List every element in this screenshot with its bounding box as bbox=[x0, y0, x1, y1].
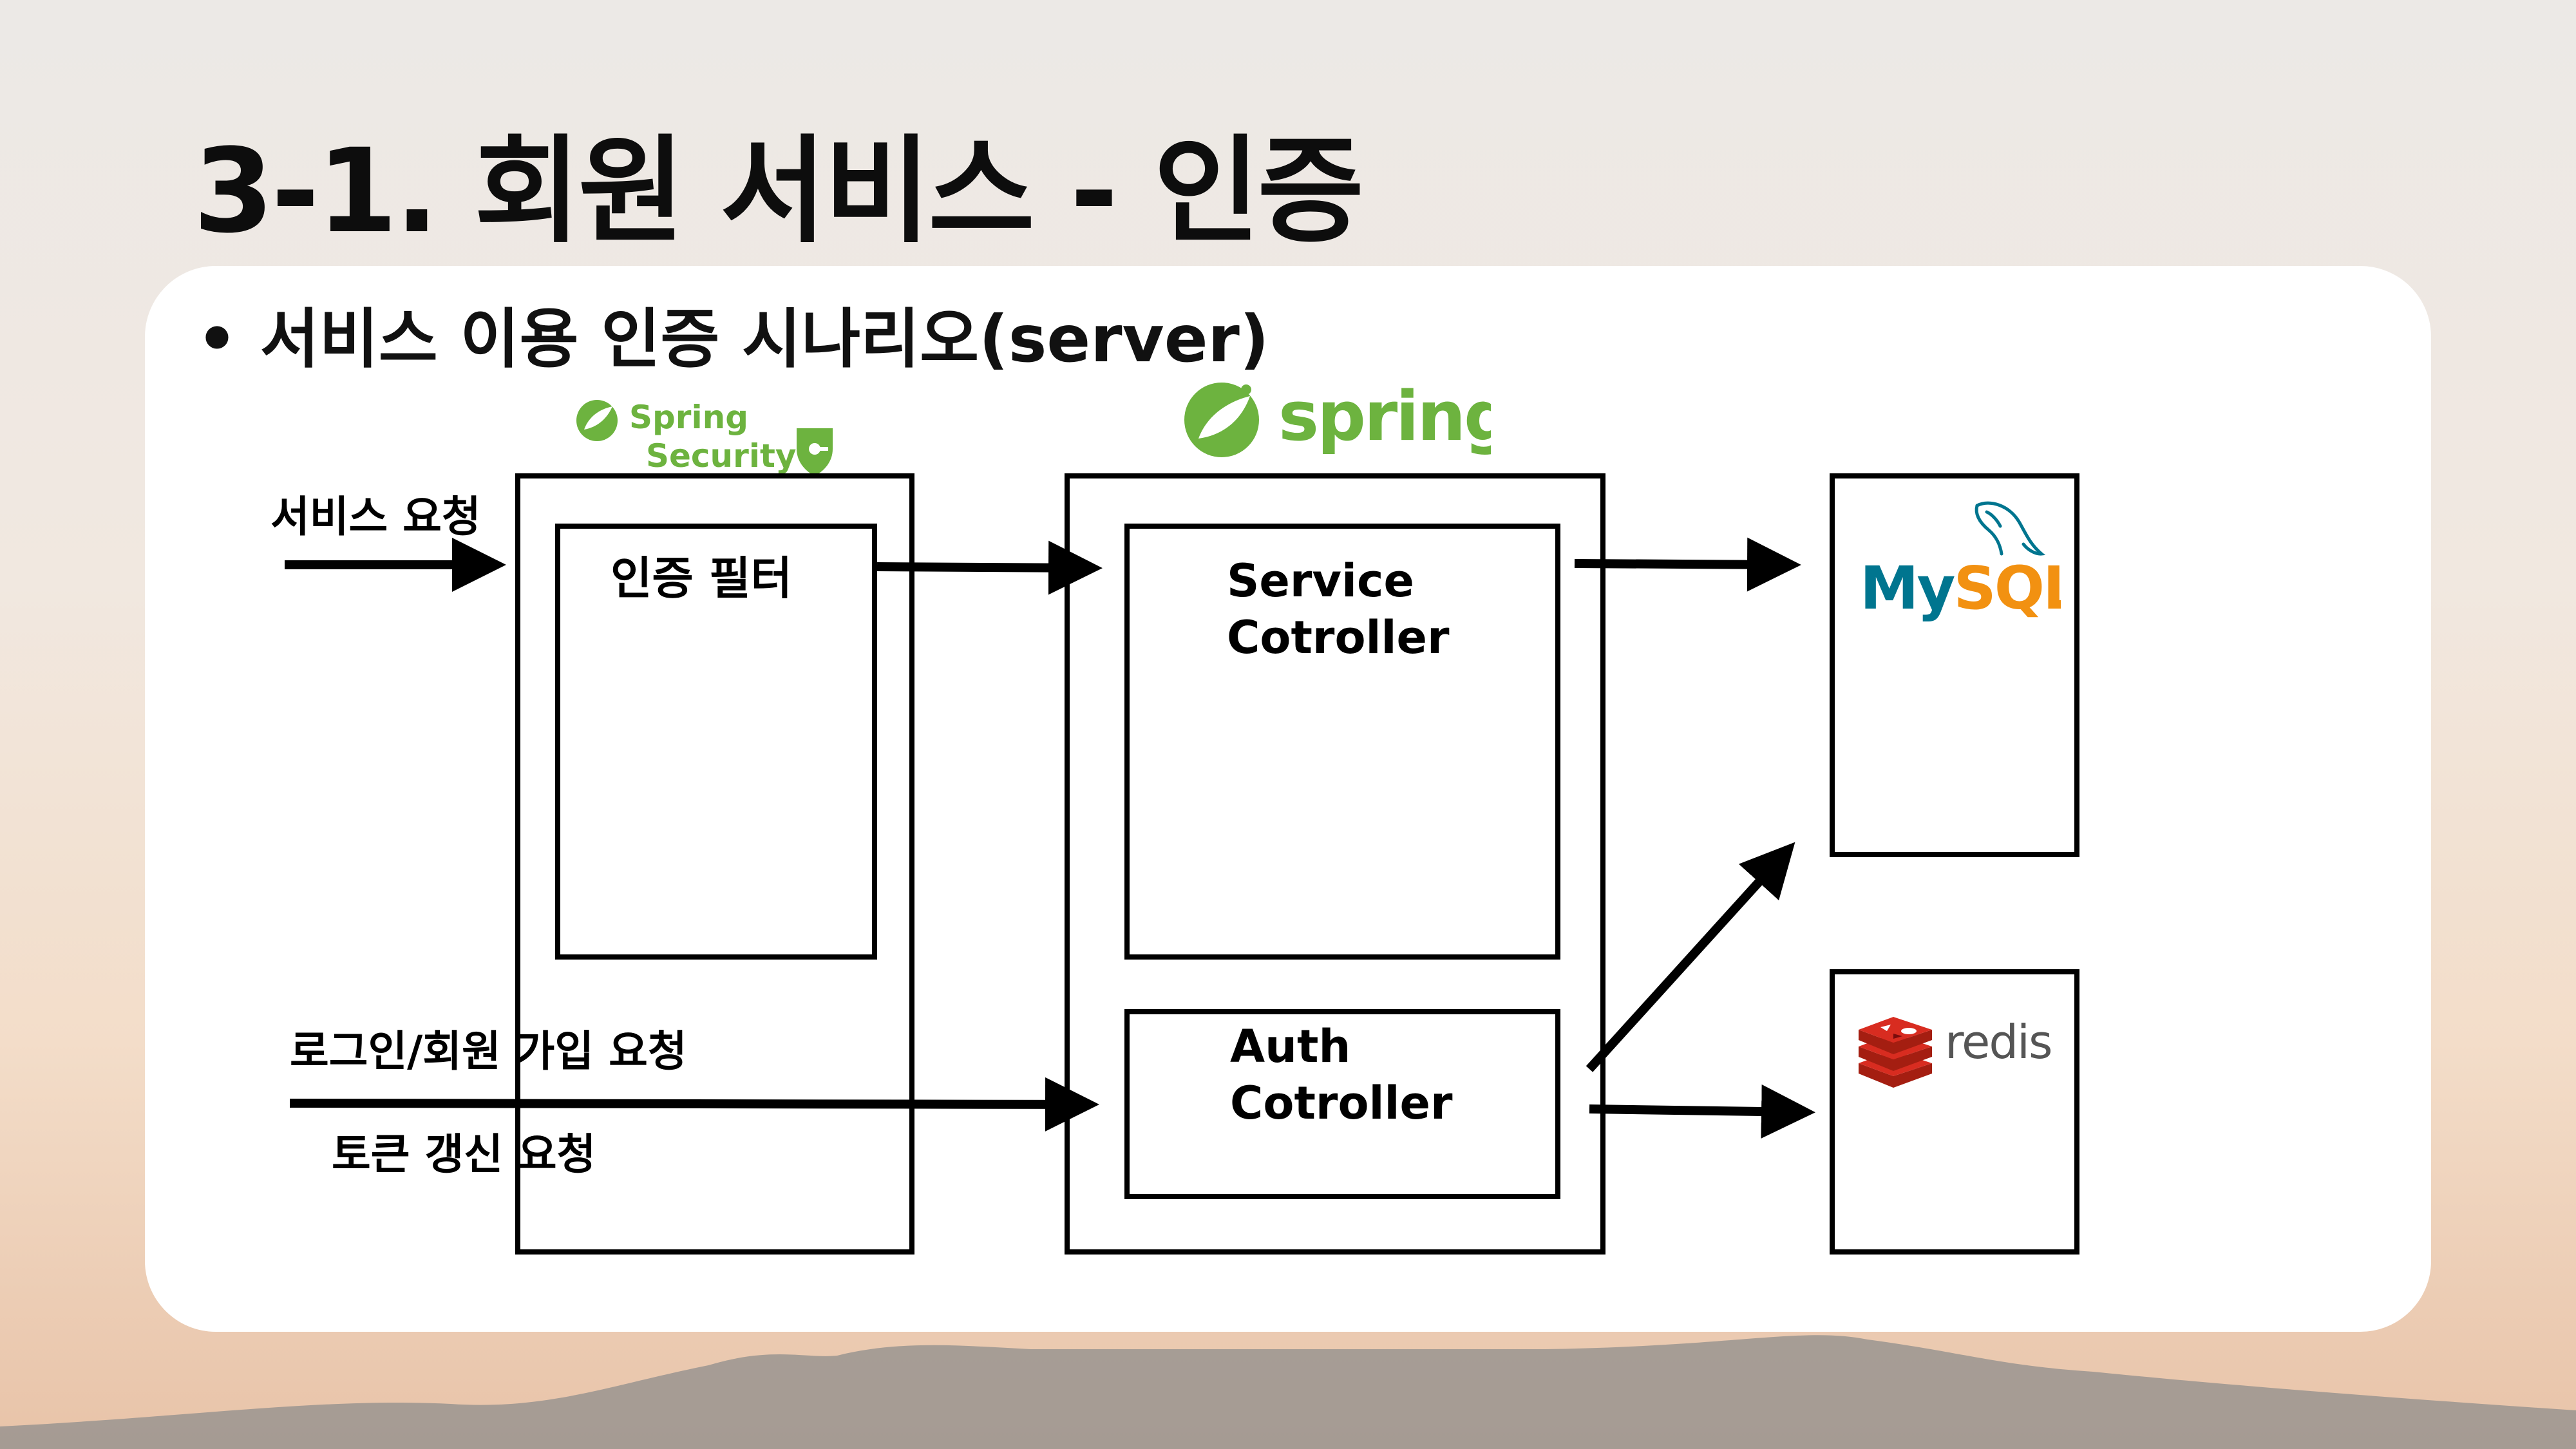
login-signup-request-label: 로그인/회원 가입 요청 bbox=[290, 1027, 687, 1076]
redis-cube-icon bbox=[1859, 1017, 1932, 1088]
arrow-login-request bbox=[289, 1077, 1099, 1132]
arrow-service-to-mysql bbox=[1574, 537, 1801, 592]
arrow-auth-to-mysql bbox=[1586, 842, 1795, 1072]
svg-text:MySQL™: MySQL™ bbox=[1860, 554, 2061, 623]
auth-controller-label-1: Auth bbox=[1230, 1020, 1351, 1073]
mysql-my-text: My bbox=[1860, 554, 1955, 623]
redis-text: redis bbox=[1945, 1015, 2052, 1069]
mysql-sql-text: SQL bbox=[1954, 554, 2061, 623]
mysql-logo: MySQL™ bbox=[1860, 501, 2061, 623]
auth-controller-label-2: Cotroller bbox=[1230, 1077, 1453, 1130]
arrow-auth-to-redis bbox=[1589, 1084, 1815, 1139]
dolphin-icon bbox=[1975, 501, 2046, 556]
auth-filter-label: 인증 필터 bbox=[611, 552, 792, 605]
flow-arrows bbox=[285, 537, 1815, 1139]
service-controller-label-2: Cotroller bbox=[1227, 611, 1450, 664]
redis-logo: redis bbox=[1859, 1015, 2053, 1088]
arrow-filter-to-service bbox=[876, 540, 1103, 595]
service-request-label: 서비스 요청 bbox=[270, 492, 481, 542]
token-refresh-request-label: 토큰 갱신 요청 bbox=[332, 1130, 596, 1179]
service-controller-label-1: Service bbox=[1227, 554, 1415, 607]
